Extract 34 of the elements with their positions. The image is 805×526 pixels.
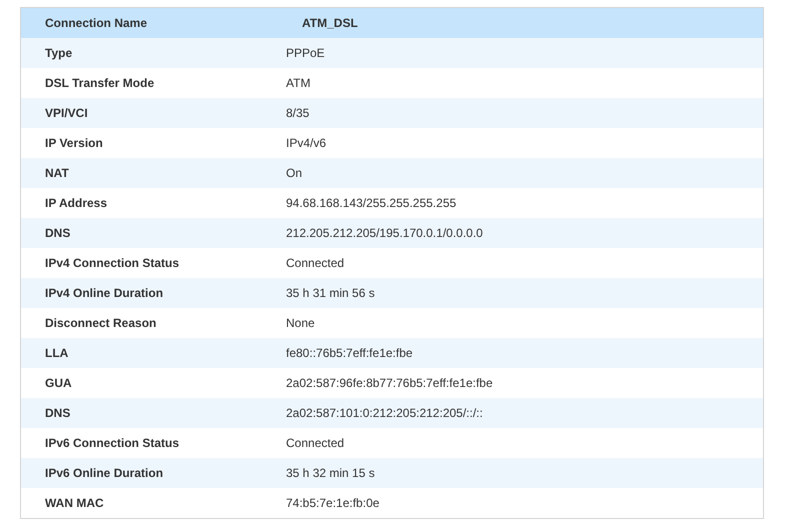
row-value: fe80::76b5:7eff:fe1e:fbe [286, 346, 414, 360]
header-label: Connection Name [44, 16, 148, 30]
row-value: 2a02:587:96fe:8b77:76b5:7eff:fe1e:fbe [286, 376, 494, 390]
row-label: IP Address [44, 196, 108, 210]
row-value: On [286, 166, 304, 180]
row-value: PPPoE [286, 46, 326, 60]
row-value: 212.205.212.205/195.170.0.1/0.0.0.0 [286, 226, 484, 240]
row-value: Connected [286, 256, 346, 270]
row-value: 8/35 [286, 106, 310, 120]
row-label: DSL Transfer Mode [44, 76, 156, 90]
row-label: IPv4 Connection Status [44, 256, 180, 270]
header-value: ATM_DSL [301, 16, 359, 30]
row-value: ATM [286, 76, 312, 90]
row-label: LLA [44, 346, 70, 360]
row-label: Disconnect Reason [44, 316, 158, 330]
row-label: WAN MAC [44, 496, 105, 510]
row-label: DNS [44, 226, 72, 240]
row-value: IPv4/v6 [286, 136, 328, 150]
row-label: GUA [44, 376, 73, 390]
row-label: VPI/VCI [44, 106, 89, 120]
row-label: NAT [44, 166, 70, 180]
row-value: 94.68.168.143/255.255.255.255 [286, 196, 458, 210]
row-label: DNS [44, 406, 72, 420]
row-value: 35 h 31 min 56 s [286, 286, 376, 300]
row-label: IPv4 Online Duration [44, 286, 164, 300]
row-label: IPv6 Connection Status [44, 436, 180, 450]
row-value: 74:b5:7e:1e:fb:0e [286, 496, 380, 510]
row-label: IP Version [44, 136, 104, 150]
row-value: Connected [286, 436, 346, 450]
row-label: Type [44, 46, 74, 60]
row-value: None [286, 316, 316, 330]
row-value: 2a02:587:101:0:212:205:212:205/::/:: [286, 406, 484, 420]
row-label: IPv6 Online Duration [44, 466, 164, 480]
row-value: 35 h 32 min 15 s [286, 466, 376, 480]
